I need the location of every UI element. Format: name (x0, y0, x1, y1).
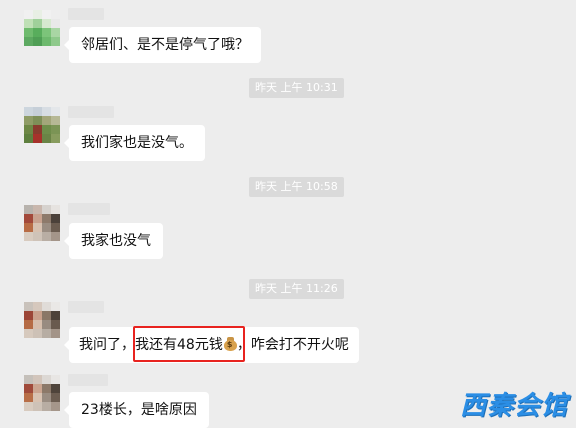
message-text-prefix: 我问了， (79, 337, 135, 353)
sender-name-redacted (68, 203, 110, 215)
avatar[interactable] (24, 107, 60, 143)
message-text: 邻居们、是不是停气了哦？ (81, 37, 249, 53)
avatar[interactable] (24, 302, 60, 338)
avatar[interactable] (24, 10, 60, 46)
timestamp: 昨天 上午 10:31 (249, 78, 344, 98)
sender-name-redacted (68, 106, 114, 118)
sender-name-redacted (68, 374, 108, 386)
watermark-logo: 西秦会馆 (459, 391, 568, 421)
message-text-suffix: ，咋会打不开火呢 (236, 337, 349, 353)
message-bubble[interactable]: 23楼长，是啥原因 (64, 392, 209, 428)
message-bubble[interactable]: 我们家也是没气。 (64, 125, 205, 161)
avatar[interactable] (24, 375, 60, 411)
message-text: 我们家也是没气。 (81, 135, 193, 151)
message-text: 我家也没气 (81, 233, 151, 249)
highlight-box (133, 326, 245, 362)
sender-name-redacted (68, 301, 104, 313)
message-text: 23楼长，是啥原因 (81, 402, 197, 418)
message-bubble[interactable]: 我家也没气 (64, 223, 163, 259)
sender-name-redacted (68, 8, 104, 20)
avatar[interactable] (24, 205, 60, 241)
timestamp: 昨天 上午 11:26 (249, 279, 344, 299)
timestamp: 昨天 上午 10:58 (249, 177, 344, 197)
message-bubble[interactable]: 邻居们、是不是停气了哦？ (64, 27, 261, 63)
